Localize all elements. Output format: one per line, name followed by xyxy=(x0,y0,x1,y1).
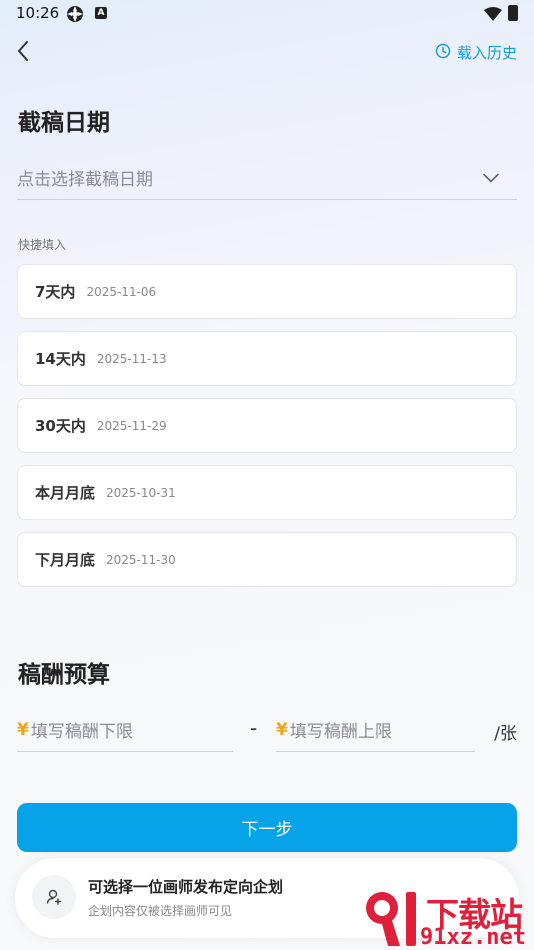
quick-option-14-days[interactable]: 14天内 2025-11-13 xyxy=(17,331,517,386)
quick-option-30-days[interactable]: 30天内 2025-11-29 xyxy=(17,398,517,453)
clock-icon xyxy=(435,43,451,63)
load-history-button[interactable]: 载入历史 xyxy=(435,42,517,63)
quick-option-next-month-end[interactable]: 下月月底 2025-11-30 xyxy=(17,532,517,587)
deadline-placeholder: 点击选择截稿日期 xyxy=(17,170,153,190)
quick-option-name: 14天内 xyxy=(35,350,86,368)
deadline-select[interactable]: 点击选择截稿日期 xyxy=(17,152,517,200)
status-time: 10:26 xyxy=(16,4,60,22)
budget-max-placeholder: 填写稿酬上限 xyxy=(289,722,392,742)
budget-range: ¥ 填写稿酬下限 - ¥ 填写稿酬上限 /张 xyxy=(17,708,517,752)
site-watermark: 下载站 91xz.net xyxy=(360,886,534,950)
next-step-button[interactable]: 下一步 xyxy=(17,803,517,852)
currency-symbol: ¥ xyxy=(17,719,29,740)
back-button[interactable] xyxy=(12,38,38,64)
next-step-label: 下一步 xyxy=(241,820,293,840)
tip-title: 可选择一位画师发布定向企划 xyxy=(88,878,284,896)
quick-fill-label: 快捷填入 xyxy=(18,238,67,252)
quick-option-date: 2025-11-29 xyxy=(96,418,167,433)
budget-unit: /张 xyxy=(494,724,517,744)
quick-option-date: 2025-11-06 xyxy=(86,284,157,299)
budget-min-input[interactable]: ¥ 填写稿酬下限 xyxy=(17,708,233,752)
quick-option-month-end[interactable]: 本月月底 2025-10-31 xyxy=(17,465,517,520)
watermark-logo-icon xyxy=(366,892,416,946)
wifi-icon xyxy=(484,6,502,25)
budget-min-placeholder: 填写稿酬下限 xyxy=(30,722,133,742)
quick-option-name: 本月月底 xyxy=(35,484,96,502)
quick-option-7-days[interactable]: 7天内 2025-11-06 xyxy=(17,264,517,319)
budget-max-input[interactable]: ¥ 填写稿酬上限 xyxy=(276,708,475,752)
notification-icon: A xyxy=(95,7,107,19)
battery-icon xyxy=(508,5,518,21)
deadline-title: 截稿日期 xyxy=(18,110,110,136)
status-bar: 10:26 A xyxy=(0,0,534,28)
artist-add-icon xyxy=(32,875,76,919)
quick-option-name: 下月月底 xyxy=(35,551,96,569)
budget-separator: - xyxy=(250,716,258,740)
quick-option-name: 30天内 xyxy=(35,417,86,435)
quick-option-date: 2025-11-13 xyxy=(96,351,167,366)
chevron-down-icon xyxy=(483,168,499,187)
quick-option-date: 2025-11-30 xyxy=(106,552,176,567)
currency-symbol: ¥ xyxy=(276,719,288,740)
budget-title: 稿酬预算 xyxy=(18,662,110,688)
quick-fill-list: 7天内 2025-11-06 14天内 2025-11-13 30天内 2025… xyxy=(17,264,517,599)
quick-option-name: 7天内 xyxy=(35,283,76,301)
quick-option-date: 2025-10-31 xyxy=(106,485,176,500)
watermark-domain: 91xz.net xyxy=(420,925,526,950)
load-history-label: 载入历史 xyxy=(456,44,517,62)
settings-status-icon xyxy=(66,5,84,27)
tip-subtitle: 企划内容仅被选择画师可见 xyxy=(88,904,233,918)
